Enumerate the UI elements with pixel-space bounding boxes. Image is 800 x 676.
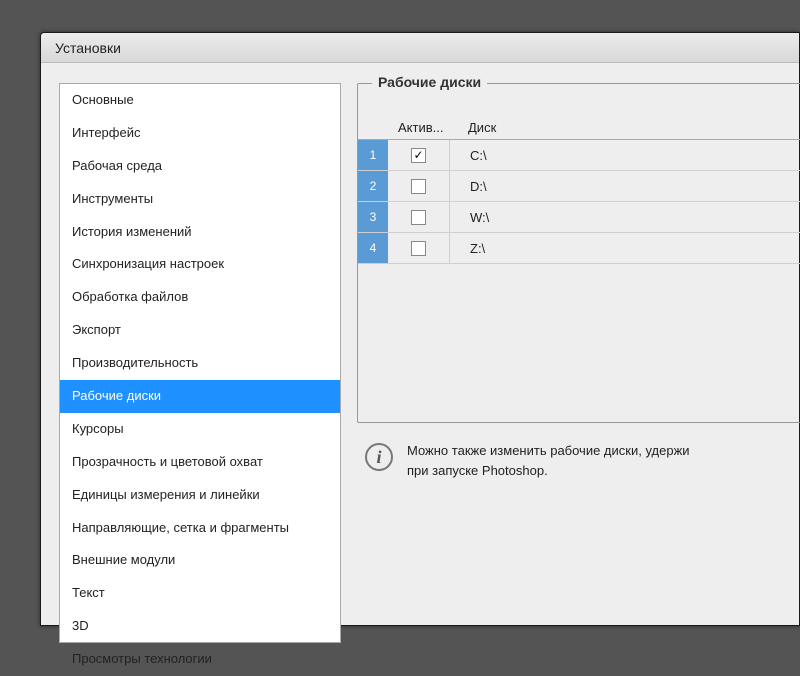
sidebar-item-general[interactable]: Основные — [60, 84, 340, 117]
sidebar-item-label: Внешние модули — [72, 552, 175, 567]
sidebar-item-label: Текст — [72, 585, 105, 600]
info-text-line: при запуске Photoshop. — [407, 463, 548, 478]
row-active-cell: ✓ — [388, 140, 450, 170]
sidebar-item-performance[interactable]: Производительность — [60, 347, 340, 380]
sidebar-item-label: Направляющие, сетка и фрагменты — [72, 520, 289, 535]
sidebar-item-label: Экспорт — [72, 322, 121, 337]
sidebar-item-tech-previews[interactable]: Просмотры технологии — [60, 643, 340, 676]
sidebar-item-label: Инструменты — [72, 191, 153, 206]
table-row[interactable]: 3 W:\ — [358, 202, 800, 233]
scratch-disks-fieldset: Рабочие диски Актив... Диск 1 ✓ C:\ — [357, 83, 800, 423]
sidebar-item-plugins[interactable]: Внешние модули — [60, 544, 340, 577]
sidebar-item-export[interactable]: Экспорт — [60, 314, 340, 347]
row-drive-cell: C:\ — [450, 148, 487, 163]
table-row[interactable]: 4 Z:\ — [358, 233, 800, 264]
sidebar-item-interface[interactable]: Интерфейс — [60, 117, 340, 150]
fieldset-legend: Рабочие диски — [372, 74, 487, 90]
sidebar-item-guides-grid-slices[interactable]: Направляющие, сетка и фрагменты — [60, 512, 340, 545]
sidebar-item-label: Просмотры технологии — [72, 651, 212, 666]
sidebar-item-transparency-gamut[interactable]: Прозрачность и цветовой охват — [60, 446, 340, 479]
sidebar-item-label: Обработка файлов — [72, 289, 188, 304]
sidebar-item-label: Синхронизация настроек — [72, 256, 224, 271]
row-drive-cell: W:\ — [450, 210, 489, 225]
sidebar-item-history-log[interactable]: История изменений — [60, 216, 340, 249]
sidebar-item-label: Рабочие диски — [72, 388, 161, 403]
sidebar-item-label: Рабочая среда — [72, 158, 162, 173]
sidebar-item-label: Единицы измерения и линейки — [72, 487, 260, 502]
sidebar-item-scratch-disks[interactable]: Рабочие диски — [60, 380, 340, 413]
row-active-cell — [388, 233, 450, 263]
info-icon: i — [365, 443, 393, 471]
row-number: 3 — [358, 202, 388, 232]
main-panel: Рабочие диски Актив... Диск 1 ✓ C:\ — [357, 83, 800, 643]
sidebar-item-label: Курсоры — [72, 421, 124, 436]
row-drive-cell: Z:\ — [450, 241, 485, 256]
sidebar-item-units-rulers[interactable]: Единицы измерения и линейки — [60, 479, 340, 512]
sidebar-item-type[interactable]: Текст — [60, 577, 340, 610]
row-active-cell — [388, 202, 450, 232]
sidebar-item-label: Основные — [72, 92, 134, 107]
table-row[interactable]: 2 D:\ — [358, 171, 800, 202]
column-header-drive[interactable]: Диск — [468, 120, 800, 135]
row-active-cell — [388, 171, 450, 201]
active-checkbox[interactable] — [411, 241, 426, 256]
disk-table-header: Актив... Диск — [358, 120, 800, 135]
column-header-active[interactable]: Актив... — [398, 120, 468, 135]
sidebar-item-label: История изменений — [72, 224, 192, 239]
sidebar-item-tools[interactable]: Инструменты — [60, 183, 340, 216]
sidebar-item-label: Прозрачность и цветовой охват — [72, 454, 263, 469]
sidebar-item-sync-settings[interactable]: Синхронизация настроек — [60, 248, 340, 281]
info-text: Можно также изменить рабочие диски, удер… — [407, 441, 690, 480]
sidebar-item-cursors[interactable]: Курсоры — [60, 413, 340, 446]
row-drive-cell: D:\ — [450, 179, 487, 194]
sidebar-item-file-handling[interactable]: Обработка файлов — [60, 281, 340, 314]
info-row: i Можно также изменить рабочие диски, уд… — [357, 441, 800, 480]
row-number: 2 — [358, 171, 388, 201]
row-number: 4 — [358, 233, 388, 263]
sidebar-item-3d[interactable]: 3D — [60, 610, 340, 643]
sidebar-item-workspace[interactable]: Рабочая среда — [60, 150, 340, 183]
window-title: Установки — [55, 40, 121, 56]
sidebar-item-label: Интерфейс — [72, 125, 140, 140]
sidebar-item-label: Производительность — [72, 355, 198, 370]
active-checkbox[interactable]: ✓ — [411, 148, 426, 163]
titlebar[interactable]: Установки — [41, 33, 799, 63]
table-row[interactable]: 1 ✓ C:\ — [358, 140, 800, 171]
content-area: Основные Интерфейс Рабочая среда Инструм… — [41, 63, 799, 625]
active-checkbox[interactable] — [411, 179, 426, 194]
preferences-window: Установки Основные Интерфейс Рабочая сре… — [40, 32, 800, 626]
active-checkbox[interactable] — [411, 210, 426, 225]
info-text-line: Можно также изменить рабочие диски, удер… — [407, 443, 690, 458]
disk-rows: 1 ✓ C:\ 2 D:\ — [358, 139, 800, 264]
category-sidebar: Основные Интерфейс Рабочая среда Инструм… — [59, 83, 341, 643]
row-number: 1 — [358, 140, 388, 170]
disk-table: Актив... Диск 1 ✓ C:\ 2 — [358, 120, 800, 264]
